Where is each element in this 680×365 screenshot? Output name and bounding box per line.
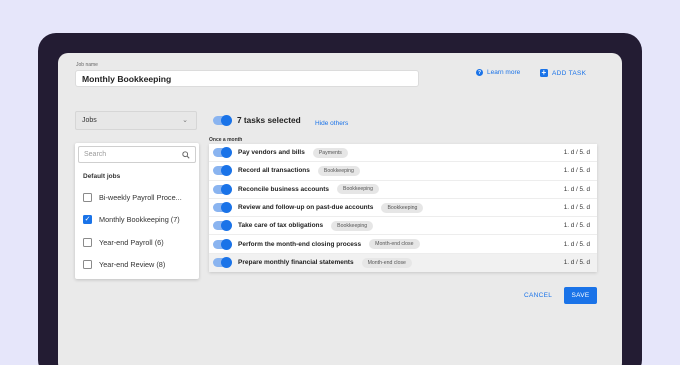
select-all-toggle[interactable] bbox=[213, 114, 232, 126]
tasks-selected-count: 7 tasks selected bbox=[237, 115, 301, 125]
job-name-input[interactable]: Monthly Bookkeeping bbox=[75, 70, 419, 87]
job-item-label: Year-end Payroll (6) bbox=[99, 238, 164, 247]
task-tag: Bookkeeping bbox=[331, 220, 374, 231]
checkbox-checked[interactable]: ✓ bbox=[83, 215, 92, 224]
chevron-down-icon: ⌄ bbox=[182, 117, 188, 124]
jobs-panel: Search Default jobs Bi-weekly Payroll Pr… bbox=[75, 143, 199, 279]
cancel-button[interactable]: CANCEL bbox=[524, 292, 552, 299]
task-toggle[interactable] bbox=[213, 165, 232, 177]
task-title: Review and follow-up on past-due account… bbox=[238, 204, 374, 212]
task-tag: Payments bbox=[312, 147, 348, 158]
task-title: Reconcile business accounts bbox=[238, 185, 330, 193]
jobs-select-value: Jobs bbox=[82, 117, 97, 124]
task-toggle[interactable] bbox=[213, 238, 232, 250]
hide-others-link[interactable]: Hide others bbox=[315, 120, 348, 127]
jobs-select[interactable]: Jobs ⌄ bbox=[75, 111, 197, 130]
task-title: Pay vendors and bills bbox=[238, 149, 305, 157]
tasks-header: 7 tasks selected bbox=[213, 114, 301, 126]
task-tag: Bookkeeping bbox=[381, 202, 424, 213]
info-icon: ? bbox=[476, 69, 483, 76]
task-days: 1. d / 5. d bbox=[563, 149, 590, 157]
save-button[interactable]: SAVE bbox=[564, 287, 597, 304]
checkbox[interactable] bbox=[83, 238, 92, 247]
task-row: Record all transactions Bookkeeping 1. d… bbox=[209, 162, 597, 181]
job-item-label: Monthly Bookkeeping (7) bbox=[99, 215, 180, 224]
task-row: Review and follow-up on past-due account… bbox=[209, 199, 597, 218]
job-item-biweekly-payroll[interactable]: Bi-weekly Payroll Proce... bbox=[83, 193, 182, 202]
job-item-year-end-review[interactable]: Year-end Review (8) bbox=[83, 260, 165, 269]
task-tag: Bookkeeping bbox=[337, 184, 380, 195]
task-days: 1. d / 5. d bbox=[563, 167, 590, 175]
checkbox[interactable] bbox=[83, 193, 92, 202]
add-task-button[interactable]: + ADD TASK bbox=[540, 69, 586, 77]
task-title: Record all transactions bbox=[238, 167, 310, 175]
task-row: Reconcile business accounts Bookkeeping … bbox=[209, 181, 597, 199]
task-toggle[interactable] bbox=[213, 257, 232, 269]
learn-more-link[interactable]: ? Learn more bbox=[476, 69, 520, 76]
learn-more-label: Learn more bbox=[487, 69, 521, 76]
job-name-label: Job name bbox=[76, 62, 98, 68]
task-title: Take care of tax obligations bbox=[238, 222, 324, 230]
task-row: Pay vendors and bills Payments 1. d / 5.… bbox=[209, 144, 597, 163]
job-item-monthly-bookkeeping[interactable]: ✓ Monthly Bookkeeping (7) bbox=[83, 215, 180, 224]
task-row: Take care of tax obligations Bookkeeping… bbox=[209, 217, 597, 236]
task-tag: Bookkeeping bbox=[317, 165, 360, 176]
task-days: 1. d / 5. d bbox=[563, 204, 590, 212]
plus-icon: + bbox=[540, 68, 548, 77]
default-jobs-heading: Default jobs bbox=[83, 173, 121, 180]
job-item-label: Year-end Review (8) bbox=[99, 260, 166, 269]
task-days: 1. d / 5. d bbox=[563, 259, 590, 267]
task-toggle[interactable] bbox=[213, 220, 232, 232]
task-row: Prepare monthly financial statements Mon… bbox=[209, 253, 597, 273]
search-icon bbox=[182, 151, 190, 159]
job-item-year-end-payroll[interactable]: Year-end Payroll (6) bbox=[83, 238, 164, 247]
task-tag: Month-end close bbox=[361, 257, 412, 268]
job-item-label: Bi-weekly Payroll Proce... bbox=[99, 193, 182, 202]
task-days: 1. d / 5. d bbox=[563, 185, 590, 193]
checkbox[interactable] bbox=[83, 260, 92, 269]
add-task-label: ADD TASK bbox=[552, 69, 587, 77]
task-list: Pay vendors and bills Payments 1. d / 5.… bbox=[209, 144, 597, 273]
frequency-label: Once a month bbox=[209, 137, 243, 143]
task-title: Prepare monthly financial statements bbox=[238, 259, 354, 267]
task-toggle[interactable] bbox=[213, 183, 232, 195]
search-placeholder: Search bbox=[84, 151, 107, 158]
task-days: 1. d / 5. d bbox=[563, 240, 590, 248]
task-tag: Month-end close bbox=[369, 239, 420, 250]
task-toggle[interactable] bbox=[213, 147, 232, 159]
task-row: Perform the month-end closing process Mo… bbox=[209, 235, 597, 254]
job-editor-screen: Job name Monthly Bookkeeping ? Learn mor… bbox=[58, 53, 622, 365]
task-title: Perform the month-end closing process bbox=[238, 240, 362, 248]
search-input[interactable]: Search bbox=[78, 146, 196, 163]
task-days: 1. d / 5. d bbox=[563, 222, 590, 230]
task-toggle[interactable] bbox=[213, 202, 232, 214]
